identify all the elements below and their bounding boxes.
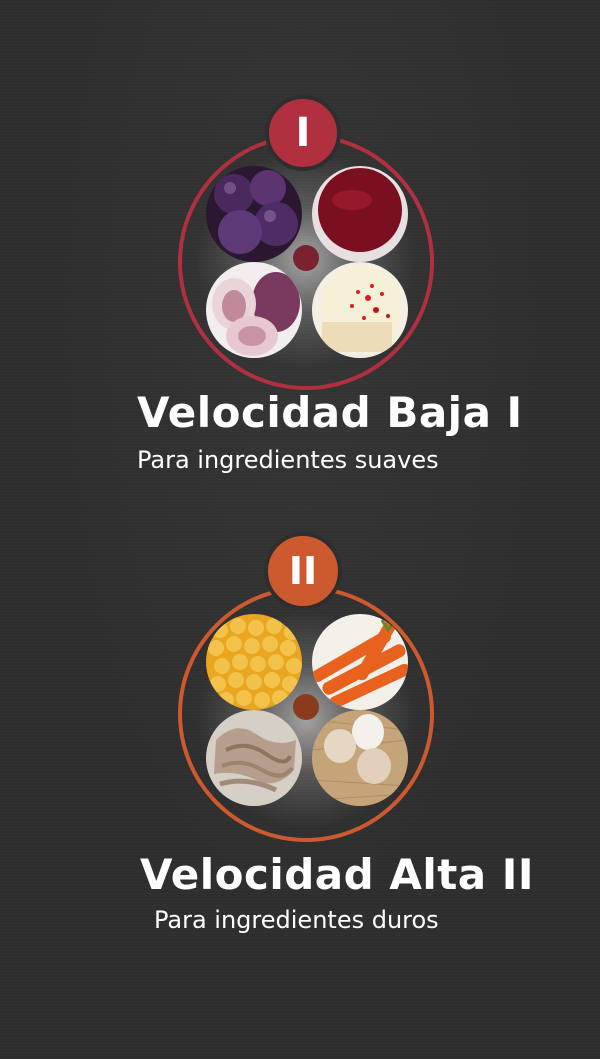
figs-icon — [206, 262, 302, 358]
badge-label: II — [288, 549, 318, 593]
eggs-icon — [312, 710, 408, 806]
low-speed-subtitle: Para ingredientes suaves — [137, 446, 439, 474]
cream-dessert-icon — [312, 262, 408, 358]
high-speed-title: Velocidad Alta II — [140, 850, 535, 899]
badge-label: I — [295, 110, 311, 156]
high-speed-badge: II — [264, 532, 342, 610]
low-speed-badge: I — [265, 95, 341, 171]
low-speed-title: Velocidad Baja I — [137, 388, 523, 437]
chickpeas-icon — [206, 614, 302, 710]
high-speed-subtitle: Para ingredientes duros — [154, 906, 439, 934]
meat-icon — [206, 710, 302, 806]
center-dot — [293, 694, 319, 720]
center-dot — [293, 245, 319, 271]
carrots-icon — [312, 614, 408, 710]
fruit-puree-icon — [312, 166, 408, 262]
plums-icon — [206, 166, 302, 262]
